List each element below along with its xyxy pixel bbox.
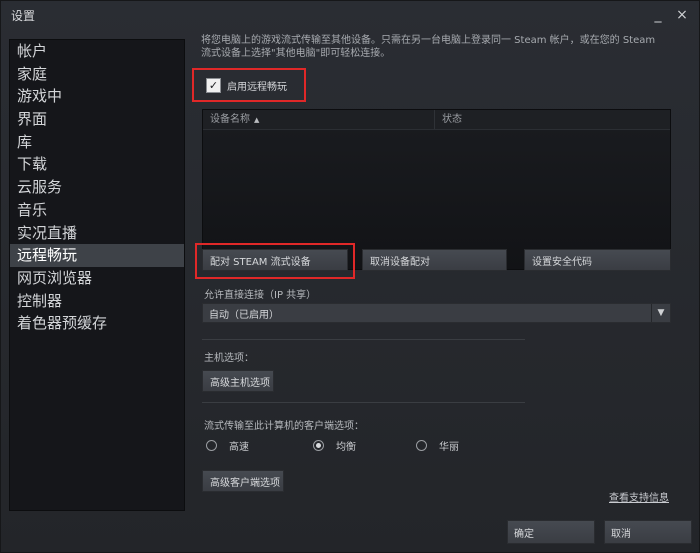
minimize-icon[interactable]: _ — [651, 8, 665, 22]
sidebar-item-web-browser[interactable]: 网页浏览器 — [10, 267, 184, 290]
sidebar-item-in-game[interactable]: 游戏中 — [10, 85, 184, 108]
radio-balanced-label: 均衡 — [336, 442, 356, 453]
divider-1 — [202, 339, 525, 340]
advanced-client-options-button[interactable]: 高级客户端选项 — [202, 470, 284, 492]
settings-sidebar: 帐户 家庭 游戏中 界面 库 下载 云服务 音乐 实况直播 远程畅玩 网页浏览器… — [9, 39, 185, 511]
sidebar-item-library[interactable]: 库 — [10, 131, 184, 154]
radio-fast-label: 高速 — [229, 442, 249, 453]
sidebar-item-controller[interactable]: 控制器 — [10, 290, 184, 313]
column-status-label: 状态 — [442, 114, 462, 125]
description-line-1: 将您电脑上的游戏流式传输至其他设备。只需在另一台电脑上登录同一 Steam 帐户… — [201, 35, 656, 46]
ok-button[interactable]: 确定 — [507, 520, 595, 544]
sidebar-item-broadcasting[interactable]: 实况直播 — [10, 222, 184, 245]
close-icon[interactable]: × — [675, 8, 689, 22]
title-bar: 设置 _ × — [1, 1, 699, 29]
quality-option-balanced[interactable]: 均衡 — [313, 438, 356, 453]
set-security-code-button[interactable]: 设置安全代码 — [524, 249, 671, 271]
direct-connect-select[interactable]: 自动（已启用） ▼ — [202, 303, 671, 323]
remote-play-panel: 将您电脑上的游戏流式传输至其他设备。只需在另一台电脑上登录同一 Steam 帐户… — [192, 31, 691, 511]
sidebar-item-music[interactable]: 音乐 — [10, 199, 184, 222]
column-status[interactable]: 状态 — [435, 110, 670, 129]
radio-balanced[interactable] — [313, 440, 324, 451]
sidebar-item-account[interactable]: 帐户 — [10, 40, 184, 63]
sort-ascending-icon: ▲ — [254, 116, 260, 124]
sidebar-item-interface[interactable]: 界面 — [10, 108, 184, 131]
sidebar-item-family[interactable]: 家庭 — [10, 63, 184, 86]
radio-selected-dot — [316, 443, 321, 448]
sidebar-item-cloud[interactable]: 云服务 — [10, 176, 184, 199]
direct-connect-label: 允许直接连接（IP 共享） — [204, 290, 317, 301]
host-options-label: 主机选项： — [204, 353, 254, 364]
unpair-device-button[interactable]: 取消设备配对 — [362, 249, 507, 271]
client-options-label: 流式传输至此计算机的客户端选项： — [204, 421, 364, 432]
window-controls: _ × — [651, 8, 689, 22]
radio-beautiful-label: 华丽 — [439, 442, 459, 453]
view-support-info-link[interactable]: 查看支持信息 — [609, 489, 669, 504]
highlight-box-pair — [195, 243, 355, 279]
radio-fast[interactable] — [206, 440, 217, 451]
radio-beautiful[interactable] — [416, 440, 427, 451]
sidebar-item-downloads[interactable]: 下载 — [10, 153, 184, 176]
sidebar-item-remote-play[interactable]: 远程畅玩 — [10, 244, 184, 267]
remote-play-description: 将您电脑上的游戏流式传输至其他设备。只需在另一台电脑上登录同一 Steam 帐户… — [201, 34, 671, 60]
quality-option-beautiful[interactable]: 华丽 — [416, 438, 459, 453]
divider-2 — [202, 402, 525, 403]
direct-connect-value: 自动（已启用） — [209, 309, 279, 321]
quality-radio-group: 高速 均衡 华丽 — [206, 438, 666, 454]
quality-option-fast[interactable]: 高速 — [206, 438, 249, 453]
column-device-name[interactable]: 设备名称 ▲ — [203, 110, 435, 129]
device-table-header: 设备名称 ▲ 状态 — [203, 110, 670, 130]
advanced-host-options-button[interactable]: 高级主机选项 — [202, 370, 274, 392]
highlight-box-enable — [192, 68, 306, 102]
description-line-2: 流式设备上选择"其他电脑"即可轻松连接。 — [201, 48, 391, 59]
cancel-button[interactable]: 取消 — [604, 520, 692, 544]
window-title: 设置 — [11, 8, 36, 23]
column-device-name-label: 设备名称 — [210, 114, 250, 125]
sidebar-item-shader-precache[interactable]: 着色器预缓存 — [10, 312, 184, 335]
settings-window: 设置 _ × 帐户 家庭 游戏中 界面 库 下载 云服务 音乐 实况直播 远程畅… — [0, 0, 700, 553]
chevron-down-icon: ▼ — [651, 304, 670, 322]
